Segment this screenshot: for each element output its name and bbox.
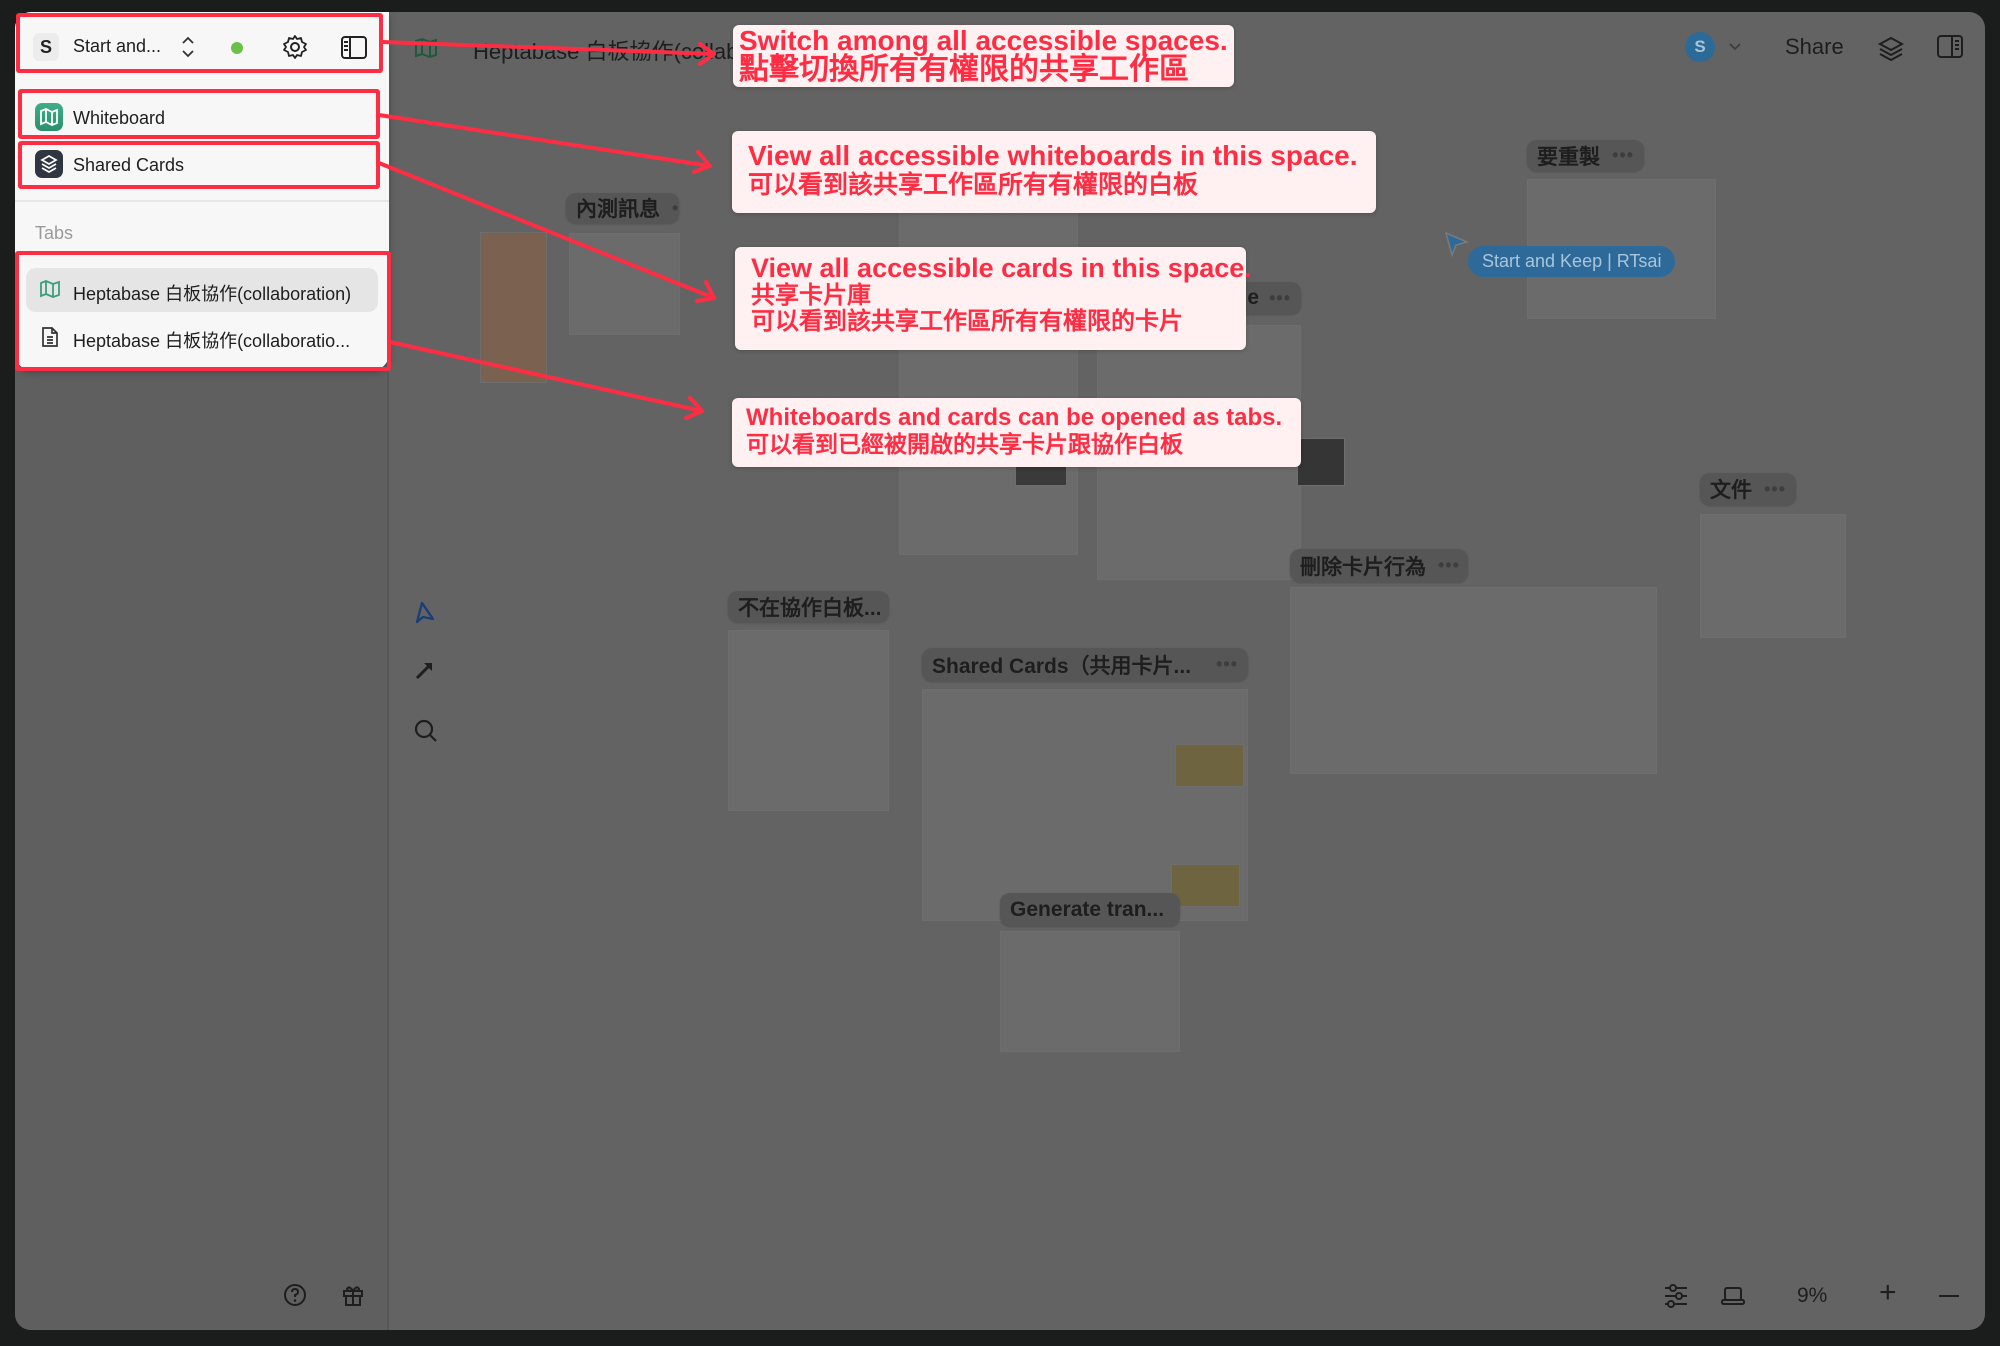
section-title: 文件 — [1710, 479, 1752, 502]
sidebar-item-label: Shared Cards — [73, 155, 185, 175]
annotation-text: 可以看到已經被開啟的共享卡片跟協作白板 — [746, 430, 1183, 457]
avatar[interactable]: S — [1685, 32, 1715, 62]
section-title: Generate tran... — [1010, 897, 1165, 921]
annotation-text: 可以看到該共享工作區所有有權限的白板 — [748, 171, 1199, 200]
tab-label: Heptabase 白板協作(collaboratio... — [73, 331, 351, 351]
canvas-card[interactable] — [569, 233, 680, 335]
annotation-callout: Switch among all accessible spaces. 點擊切換… — [733, 25, 1234, 87]
collaborator-cursor-icon — [1444, 231, 1470, 258]
presentation-icon[interactable] — [1720, 1285, 1746, 1307]
annotation-callout: View all accessible whiteboards in this … — [732, 131, 1376, 213]
layers-icon[interactable] — [1877, 34, 1905, 62]
tab-item-active[interactable]: Heptabase 白板協作(collaboration) — [26, 268, 378, 312]
arrow-tool-icon[interactable] — [413, 658, 437, 682]
sidebar-item-label: Whiteboard — [73, 108, 166, 128]
tab-label: Heptabase 白板協作(collaboration) — [73, 284, 352, 304]
section-label[interactable]: Shared Cards（共用卡片... ••• — [922, 648, 1248, 681]
more-icon[interactable]: ••• — [1204, 654, 1238, 675]
annotation-text: 點擊切換所有有權限的共享工作區 — [739, 53, 1189, 86]
more-icon[interactable]: • — [660, 198, 679, 219]
chevron-down-icon[interactable] — [1728, 42, 1742, 52]
select-tool-icon[interactable] — [413, 600, 437, 626]
space-popup: S Start and... Whiteboard Shared Cards T… — [15, 12, 389, 370]
canvas-card[interactable] — [480, 232, 547, 383]
canvas-card[interactable] — [1290, 587, 1657, 774]
annotation-text: Whiteboards and cards can be opened as t… — [746, 404, 1283, 431]
gift-icon[interactable] — [341, 1283, 365, 1307]
annotation-text: View all accessible cards in this space. — [751, 253, 1252, 283]
map-icon — [40, 280, 60, 298]
section-label[interactable]: 文件 ••• — [1700, 473, 1796, 505]
section-label[interactable]: 不在協作白板... — [728, 591, 889, 622]
sticky-note[interactable] — [1175, 744, 1244, 787]
canvas-image[interactable] — [1297, 438, 1345, 486]
section-title: 不在協作白板... — [738, 596, 882, 620]
document-icon — [42, 327, 58, 347]
annotation-callout: View all accessible cards in this space.… — [735, 247, 1252, 350]
section-title: 內測訊息 — [576, 198, 660, 221]
section-title: 刪除卡片行為 — [1300, 555, 1426, 579]
more-icon[interactable]: ••• — [1269, 288, 1291, 309]
more-icon[interactable]: ••• — [1600, 145, 1634, 166]
annotation-text: View all accessible whiteboards in this … — [748, 140, 1358, 171]
tabs-heading: Tabs — [35, 223, 74, 243]
sticky-note[interactable] — [1171, 864, 1240, 907]
zoom-out-button[interactable] — [1939, 1295, 1959, 1297]
zoom-in-button[interactable]: + — [1879, 1276, 1897, 1310]
search-icon[interactable] — [413, 718, 439, 744]
section-label[interactable]: 要重製 ••• — [1527, 140, 1644, 171]
share-button[interactable]: Share — [1785, 34, 1844, 60]
map-icon — [415, 37, 437, 59]
section-label[interactable]: 內測訊息 • — [566, 193, 679, 223]
gear-icon[interactable] — [282, 34, 308, 60]
annotation-text: 可以看到該共享工作區所有有權限的卡片 — [751, 308, 1183, 336]
canvas-card[interactable] — [1700, 514, 1846, 638]
right-panel-toggle-icon[interactable] — [1936, 34, 1964, 60]
map-icon — [35, 103, 63, 131]
divider — [15, 200, 389, 202]
chevron-up-down-icon[interactable] — [180, 34, 196, 60]
section-title: Shared Cards（共用卡片... — [932, 654, 1192, 678]
canvas-card[interactable] — [728, 630, 889, 811]
annotation-text: 共享卡片庫 — [751, 282, 871, 310]
layers-icon — [35, 150, 63, 178]
section-title: e — [1247, 286, 1260, 309]
section-label[interactable]: Generate tran... — [1000, 893, 1180, 926]
annotation-callout: Whiteboards and cards can be opened as t… — [732, 398, 1301, 467]
section-label[interactable]: 刪除卡片行為 ••• — [1290, 549, 1468, 582]
tab-item[interactable]: Heptabase 白板協作(collaboratio... — [26, 315, 378, 359]
space-avatar[interactable]: S — [33, 33, 59, 61]
canvas-card[interactable] — [1000, 931, 1180, 1052]
annotation-text: Switch among all accessible spaces. — [739, 25, 1228, 56]
more-icon[interactable]: ••• — [1752, 479, 1786, 500]
collaborator-cursor-tag: Start and Keep | RTsai — [1468, 246, 1676, 277]
sync-status-dot — [231, 42, 243, 54]
sidebar-toggle-icon[interactable] — [340, 35, 368, 61]
settings-sliders-icon[interactable] — [1663, 1283, 1689, 1309]
help-icon[interactable] — [283, 1283, 307, 1307]
more-icon[interactable]: ••• — [1426, 555, 1460, 576]
zoom-level[interactable]: 9% — [1797, 1284, 1827, 1308]
space-switcher[interactable]: Start and... — [73, 36, 161, 57]
section-title: 要重製 — [1537, 145, 1600, 169]
